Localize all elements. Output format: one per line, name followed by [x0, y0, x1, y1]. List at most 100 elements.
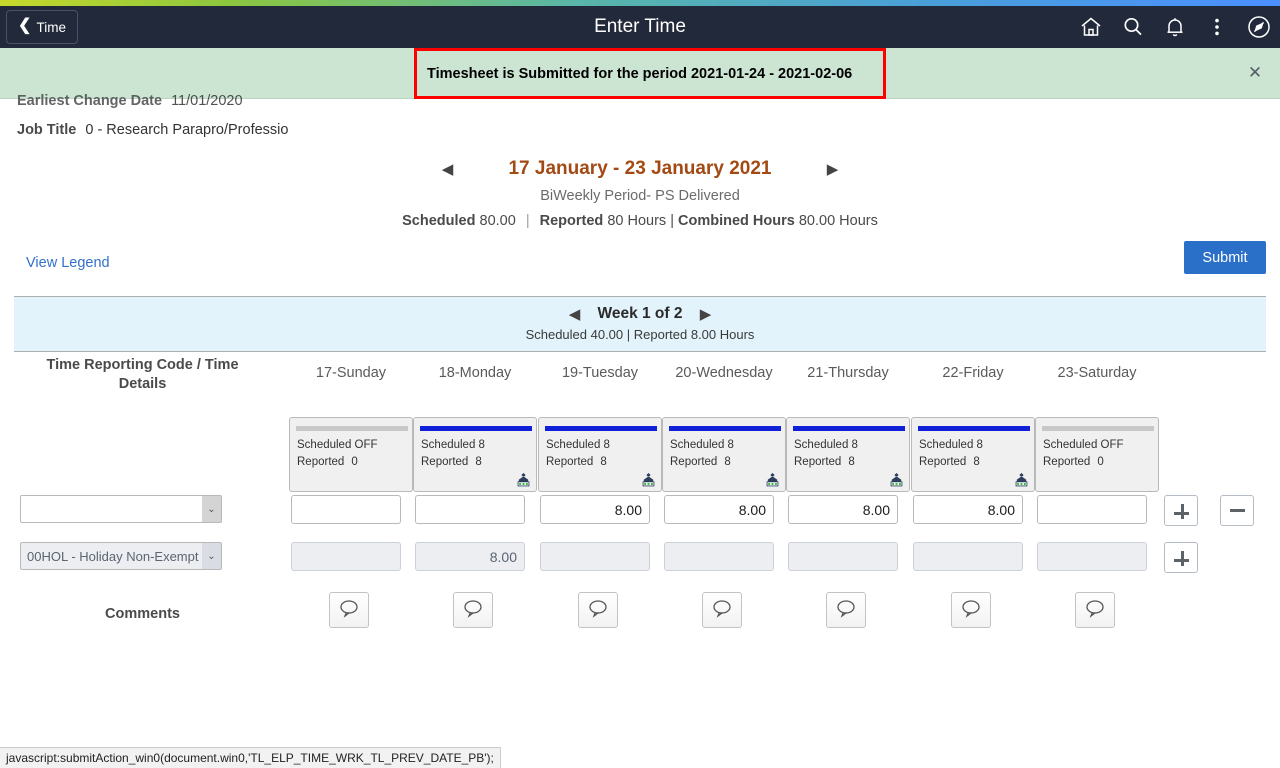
close-icon[interactable]: ✕ — [1244, 62, 1266, 84]
comment-bubble-icon — [711, 598, 733, 623]
card-scheduled-text: Scheduled 8 — [670, 439, 734, 451]
chevron-down-icon: ⌄ — [202, 543, 221, 569]
card-reported-value: 8 — [600, 456, 607, 468]
search-icon[interactable] — [1120, 14, 1146, 40]
hours-input: 8.00 — [415, 542, 525, 571]
previous-week-button[interactable]: ◀ — [561, 301, 587, 327]
card-reported-label: Reported — [297, 456, 345, 468]
card-reported-text: Reported 8 — [794, 456, 855, 468]
card-reported-label: Reported — [421, 456, 469, 468]
comment-button[interactable] — [1075, 592, 1115, 628]
card-reported-text: Reported 8 — [670, 456, 731, 468]
card-reported-value: 0 — [1097, 456, 1104, 468]
comment-button[interactable] — [329, 592, 369, 628]
card-reported-value: 8 — [475, 456, 482, 468]
card-reported-value: 0 — [351, 456, 358, 468]
day-summary-card: Scheduled 8 Reported 8 — [538, 417, 662, 492]
period-totals: Scheduled 80.00 | Reported 80 Hours | Co… — [0, 213, 1280, 229]
next-period-button[interactable]: ▶ — [820, 156, 846, 182]
card-status-bar — [918, 426, 1030, 431]
time-reporting-code-select[interactable]: ⌄ — [20, 495, 222, 523]
add-row-button[interactable] — [1164, 542, 1198, 573]
week-totals: Scheduled 40.00 | Reported 8.00 Hours — [525, 327, 755, 342]
day-header-row: Time Reporting Code / Time Details 17-Su… — [0, 356, 1280, 406]
card-reported-label: Reported — [670, 456, 718, 468]
comment-bubble-icon — [587, 598, 609, 623]
card-status-bar — [420, 426, 532, 431]
card-scheduled-text: Scheduled OFF — [297, 439, 378, 451]
period-reported-value: 80 Hours — [607, 213, 667, 229]
next-week-button[interactable]: ▶ — [693, 301, 719, 327]
previous-period-button[interactable]: ◀ — [434, 156, 460, 182]
hours-input[interactable]: 8.00 — [540, 495, 650, 524]
comment-button[interactable] — [453, 592, 493, 628]
hours-input — [540, 542, 650, 571]
timesheet-grid: Time Reporting Code / Time Details 17-Su… — [0, 356, 1280, 628]
period-combined-value: 80.00 Hours — [798, 213, 878, 229]
period-scheduled-label: Scheduled — [402, 213, 476, 229]
day-summary-card: Scheduled OFF Reported 0 — [289, 417, 413, 492]
period-scheduled-value: 80.00 — [479, 213, 516, 229]
browser-status-bar: javascript:submitAction_win0(document.wi… — [0, 747, 501, 768]
hours-input[interactable] — [291, 495, 401, 524]
day-column-header: 18-Monday — [438, 365, 512, 381]
submit-button[interactable]: Submit — [1184, 241, 1266, 274]
chevron-left-icon: ❮ — [18, 17, 32, 34]
comment-button[interactable] — [951, 592, 991, 628]
schedule-building-icon — [889, 473, 904, 488]
trc-select-value: 00HOL - Holiday Non-Exempt — [27, 548, 199, 564]
card-reported-value: 8 — [848, 456, 855, 468]
field-job-title: Job Title 0 - Research Parapro/Professio — [0, 115, 1280, 144]
card-scheduled-text: Scheduled 8 — [794, 439, 858, 451]
divider: | — [670, 213, 674, 229]
field-earliest-change-date: Earliest Change Date 11/01/2020 — [0, 86, 1280, 115]
card-scheduled-text: Scheduled 8 — [421, 439, 485, 451]
hours-input[interactable]: 8.00 — [913, 495, 1023, 524]
comment-bubble-icon — [835, 598, 857, 623]
period-type-label: BiWeekly Period- PS Delivered — [540, 188, 740, 204]
day-summary-card: Scheduled 8 Reported 8 — [413, 417, 537, 492]
hours-input — [1037, 542, 1147, 571]
week-navigation-bar: ◀ Week 1 of 2 ▶ Scheduled 40.00 | Report… — [14, 296, 1266, 352]
home-icon[interactable] — [1078, 14, 1104, 40]
card-reported-value: 8 — [724, 456, 731, 468]
comment-bubble-icon — [338, 598, 360, 623]
comment-bubble-icon — [960, 598, 982, 623]
card-reported-text: Reported 8 — [546, 456, 607, 468]
add-row-button[interactable] — [1164, 495, 1198, 526]
card-reported-text: Reported 0 — [297, 456, 358, 468]
remove-row-button[interactable] — [1220, 495, 1254, 526]
hours-input[interactable]: 8.00 — [664, 495, 774, 524]
day-summary-card: Scheduled 8 Reported 8 — [786, 417, 910, 492]
period-reported-label: Reported — [539, 213, 604, 229]
hours-input[interactable] — [415, 495, 525, 524]
comment-button[interactable] — [702, 592, 742, 628]
field-label: Job Title — [17, 121, 77, 138]
notifications-bell-icon[interactable] — [1162, 14, 1188, 40]
day-column-header: 19-Tuesday — [561, 365, 639, 381]
actions-menu-icon[interactable] — [1204, 14, 1230, 40]
comment-button[interactable] — [826, 592, 866, 628]
card-reported-label: Reported — [919, 456, 967, 468]
card-status-bar — [793, 426, 905, 431]
card-reported-text: Reported 8 — [919, 456, 980, 468]
schedule-building-icon — [516, 473, 531, 488]
trc-column-header: Time Reporting Code / Time Details — [46, 357, 239, 392]
hours-input[interactable]: 8.00 — [788, 495, 898, 524]
minus-icon — [1229, 509, 1245, 512]
day-column-header: 23-Saturday — [1057, 365, 1137, 381]
navbar-compass-icon[interactable] — [1246, 14, 1272, 40]
comments-label: Comments — [105, 606, 180, 622]
comment-button[interactable] — [578, 592, 618, 628]
view-legend-link[interactable]: View Legend — [26, 255, 110, 271]
back-button[interactable]: ❮ Time — [6, 10, 78, 44]
hours-input — [913, 542, 1023, 571]
schedule-building-icon — [765, 473, 780, 488]
schedule-building-icon — [1014, 473, 1029, 488]
hours-input — [664, 542, 774, 571]
period-label: 17 January - 23 January 2021 — [508, 157, 772, 179]
hours-input[interactable] — [1037, 495, 1147, 524]
divider: | — [525, 213, 530, 229]
hours-input — [291, 542, 401, 571]
card-status-bar — [545, 426, 657, 431]
